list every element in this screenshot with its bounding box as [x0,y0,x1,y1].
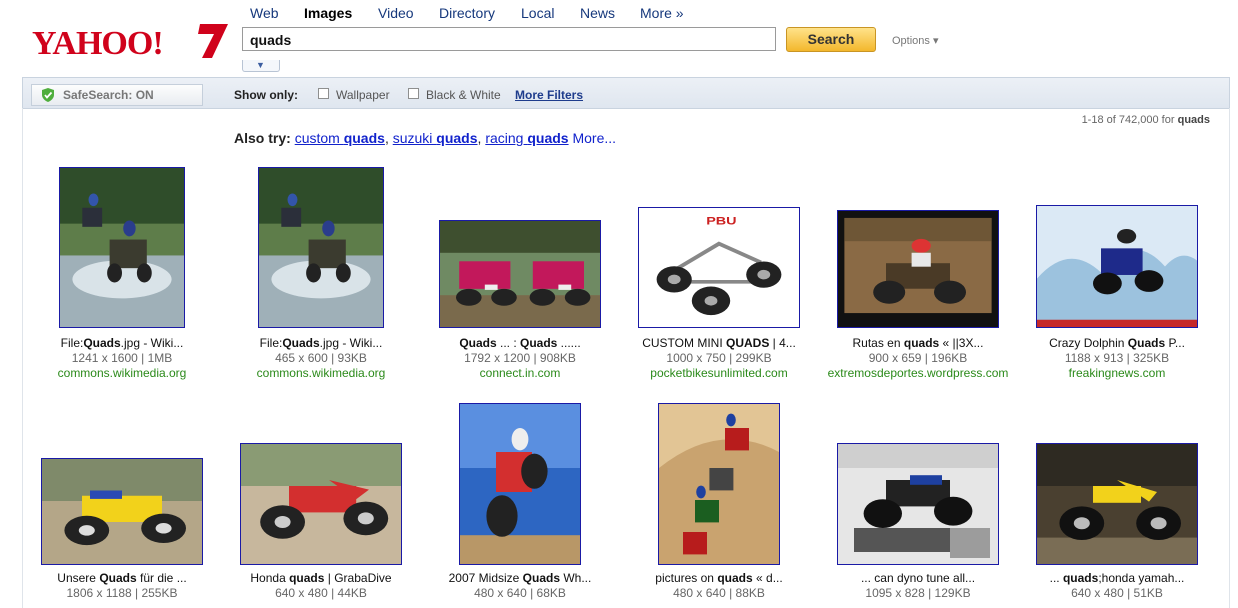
result-thumbnail[interactable] [459,403,581,565]
result-meta: 1000 x 750 | 299KB [666,351,772,365]
result-thumbnail[interactable] [439,220,601,328]
search-input-value: quads [250,32,292,48]
options-dropdown[interactable]: Options ▾ [892,34,939,47]
wallpaper-label[interactable]: Wallpaper [336,88,390,102]
result-thumbnail[interactable] [658,403,780,565]
search-button[interactable]: Search [786,27,876,52]
result-domain[interactable]: pocketbikesunlimited.com [624,366,814,380]
nav-web[interactable]: Web [250,5,279,21]
search-input[interactable]: quads [242,27,776,51]
result-meta: 640 x 480 | 44KB [275,586,367,600]
result-meta: 480 x 640 | 88KB [673,586,765,600]
result-thumbnail[interactable] [240,443,402,565]
nav-directory[interactable]: Directory [439,5,495,21]
svg-text:YAHOO!: YAHOO! [32,25,163,62]
result-title[interactable]: ... quads;honda yamah... [1022,571,1212,585]
suggestion-link[interactable]: racing quads [485,130,568,146]
result-title[interactable]: File:Quads.jpg - Wiki... [226,336,416,350]
result-meta: 900 x 659 | 196KB [868,351,968,365]
safesearch-button[interactable]: SafeSearch: ON [31,84,203,106]
result-meta: 640 x 480 | 51KB [1071,586,1163,600]
result-domain[interactable]: freakingnews.com [1022,366,1212,380]
shield-check-icon [42,88,54,102]
search-assist-toggle[interactable]: ▼ [242,60,280,72]
result-title[interactable]: Unsere Quads für die ... [27,571,217,585]
more-suggestions-link[interactable]: More... [572,130,616,146]
result-title[interactable]: Crazy Dolphin Quads P... [1022,336,1212,350]
result-meta: 465 x 600 | 93KB [275,351,367,365]
show-only-label: Show only: [234,88,298,102]
result-title[interactable]: Quads ... : Quads ...... [425,336,615,350]
black-white-checkbox[interactable] [408,88,419,99]
result-thumbnail[interactable] [41,458,203,565]
chevron-down-icon: ▼ [256,60,265,70]
result-meta: 480 x 640 | 68KB [474,586,566,600]
result-thumbnail[interactable] [59,167,185,328]
nav-local[interactable]: Local [521,5,554,21]
result-meta: 1241 x 1600 | 1MB [71,351,173,365]
result-count: 1-18 of 742,000 for quads [1082,114,1210,126]
result-title[interactable]: ... can dyno tune all... [823,571,1013,585]
result-thumbnail[interactable] [1036,205,1198,328]
result-title[interactable]: 2007 Midsize Quads Wh... [425,571,615,585]
result-title[interactable]: pictures on quads « d... [624,571,814,585]
result-title[interactable]: Rutas en quads « ||3X... [823,336,1013,350]
result-domain[interactable]: commons.wikimedia.org [27,366,217,380]
wallpaper-checkbox[interactable] [318,88,329,99]
result-count-text: 1-18 of 742,000 for [1081,114,1175,126]
result-count-query: quads [1177,114,1210,126]
result-thumbnail[interactable] [258,167,384,328]
safesearch-label: SafeSearch: ON [63,88,154,102]
nav-images[interactable]: Images [304,5,352,21]
suggestion-link[interactable]: suzuki quads [393,130,478,146]
result-domain[interactable]: commons.wikimedia.org [226,366,416,380]
result-thumbnail[interactable] [837,443,999,565]
black-white-label[interactable]: Black & White [426,88,501,102]
also-try-label: Also try: [234,130,291,146]
result-title[interactable]: CUSTOM MINI QUADS | 4... [624,336,814,350]
result-thumbnail[interactable]: PBU [638,207,800,328]
result-title[interactable]: File:Quads.jpg - Wiki... [27,336,217,350]
result-domain[interactable]: connect.in.com [425,366,615,380]
suggestion-link[interactable]: custom quads [295,130,385,146]
filter-bar: SafeSearch: ON Show only: Wallpaper Blac… [22,77,1230,109]
more-filters-link[interactable]: More Filters [515,88,583,102]
also-try: Also try: custom quads, suzuki quads, ra… [234,130,617,146]
nav-more[interactable]: More » [640,5,684,21]
result-meta: 1792 x 1200 | 908KB [464,351,576,365]
nav-news[interactable]: News [580,5,615,21]
result-meta: 1095 x 828 | 129KB [865,586,971,600]
result-title[interactable]: Honda quads | GrabaDive [226,571,416,585]
result-thumbnail[interactable] [837,210,999,328]
result-meta: 1806 x 1188 | 255KB [66,586,178,600]
yahoo-logo[interactable]: YAHOO! [32,22,232,62]
result-meta: 1188 x 913 | 325KB [1064,351,1170,365]
result-domain[interactable]: extremosdeportes.wordpress.com [823,366,1013,380]
nav-video[interactable]: Video [378,5,414,21]
result-thumbnail[interactable] [1036,443,1198,565]
svg-text:PBU: PBU [706,215,736,227]
